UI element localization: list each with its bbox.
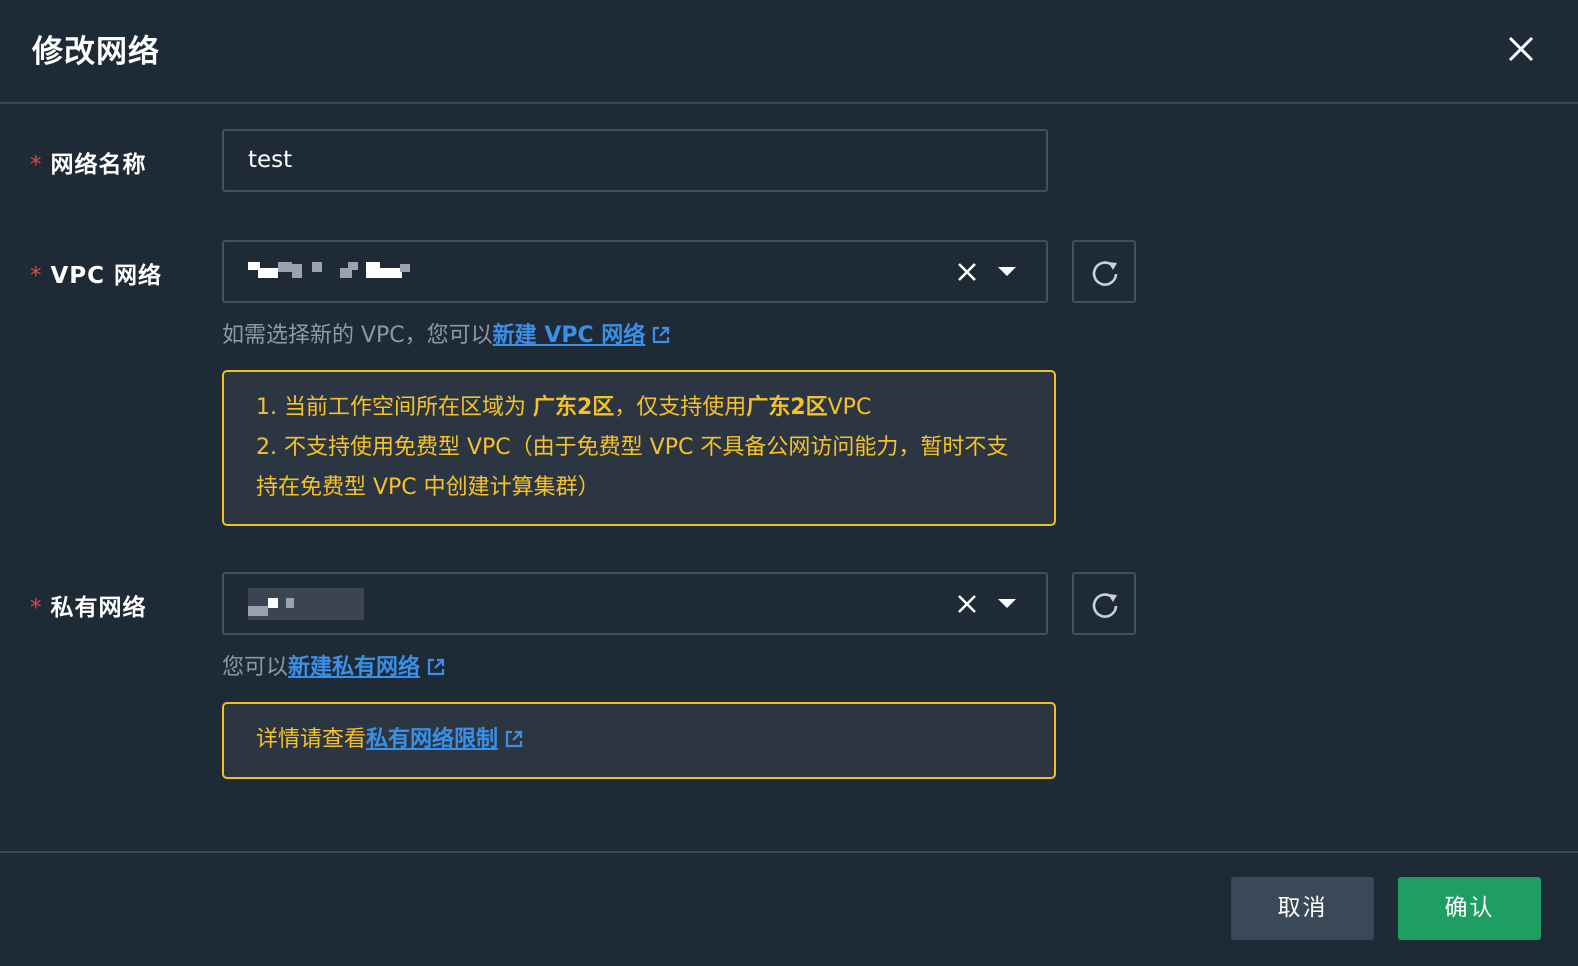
- required-mark: *: [30, 595, 43, 621]
- dialog-title: 修改网络: [32, 34, 160, 70]
- vpc-notice: 1. 当前工作空间所在区域为 广东2区，仅支持使用广东2区VPC 2. 不支持使…: [222, 370, 1056, 526]
- vpc-refresh-button[interactable]: [1072, 240, 1136, 303]
- notice-text: ，仅支持使用: [614, 395, 747, 420]
- vpc-label: * VPC 网络: [30, 256, 162, 290]
- network-name-input[interactable]: test: [222, 129, 1048, 192]
- vpc-hint-text: 如需选择新的 VPC，您可以: [222, 323, 493, 348]
- dialog-header: 修改网络: [0, 0, 1578, 104]
- vpc-label-text: VPC 网络: [50, 263, 163, 289]
- notice-text: VPC: [827, 395, 872, 420]
- vpc-hint: 如需选择新的 VPC，您可以新建 VPC 网络: [222, 317, 671, 351]
- vpc-notice-line1: 1. 当前工作空间所在区域为 广东2区，仅支持使用广东2区VPC: [256, 388, 1022, 428]
- close-icon[interactable]: [1500, 28, 1542, 70]
- notice-region: 广东2区: [532, 395, 615, 420]
- private-network-hint: 您可以新建私有网络: [222, 649, 446, 683]
- notice-text: 1. 当前工作空间所在区域为: [256, 395, 533, 420]
- network-name-label-text: 网络名称: [50, 152, 147, 178]
- cancel-button[interactable]: 取消: [1231, 877, 1374, 940]
- private-network-refresh-button[interactable]: [1072, 572, 1136, 635]
- private-network-limits-link[interactable]: 私有网络限制: [366, 727, 498, 752]
- create-private-network-link[interactable]: 新建私有网络: [288, 655, 420, 680]
- network-name-label: * 网络名称: [30, 145, 147, 179]
- private-network-clear-icon[interactable]: [954, 591, 980, 617]
- vpc-select[interactable]: [222, 240, 1048, 303]
- required-mark: *: [30, 152, 43, 178]
- private-network-select[interactable]: [222, 572, 1048, 635]
- vpc-notice-line2: 2. 不支持使用免费型 VPC（由于免费型 VPC 不具备公网访问能力，暂时不支…: [256, 435, 1009, 500]
- refresh-icon: [1092, 261, 1118, 286]
- refresh-icon: [1092, 593, 1118, 618]
- vpc-clear-icon[interactable]: [954, 259, 980, 285]
- network-name-value[interactable]: test: [248, 147, 292, 173]
- footer-divider: [0, 851, 1578, 853]
- confirm-button[interactable]: 确认: [1398, 877, 1541, 940]
- notice-text: 详情请查看: [256, 727, 367, 752]
- private-network-hint-text: 您可以: [222, 655, 289, 680]
- required-mark: *: [30, 263, 43, 289]
- private-network-label-text: 私有网络: [50, 595, 147, 621]
- notice-region: 广东2区: [746, 395, 828, 420]
- vpc-caret-down-icon[interactable]: [996, 264, 1018, 278]
- external-link-icon[interactable]: [504, 723, 524, 763]
- private-network-label: * 私有网络: [30, 588, 147, 622]
- external-link-icon[interactable]: [651, 325, 671, 351]
- modify-network-dialog: 修改网络 * 网络名称 test * VPC 网络 如需选择新的 VPC，您可以…: [0, 0, 1578, 966]
- private-network-caret-down-icon[interactable]: [996, 596, 1018, 610]
- create-vpc-link[interactable]: 新建 VPC 网络: [493, 323, 646, 348]
- private-network-notice: 详情请查看私有网络限制: [222, 702, 1056, 779]
- external-link-icon[interactable]: [426, 657, 446, 683]
